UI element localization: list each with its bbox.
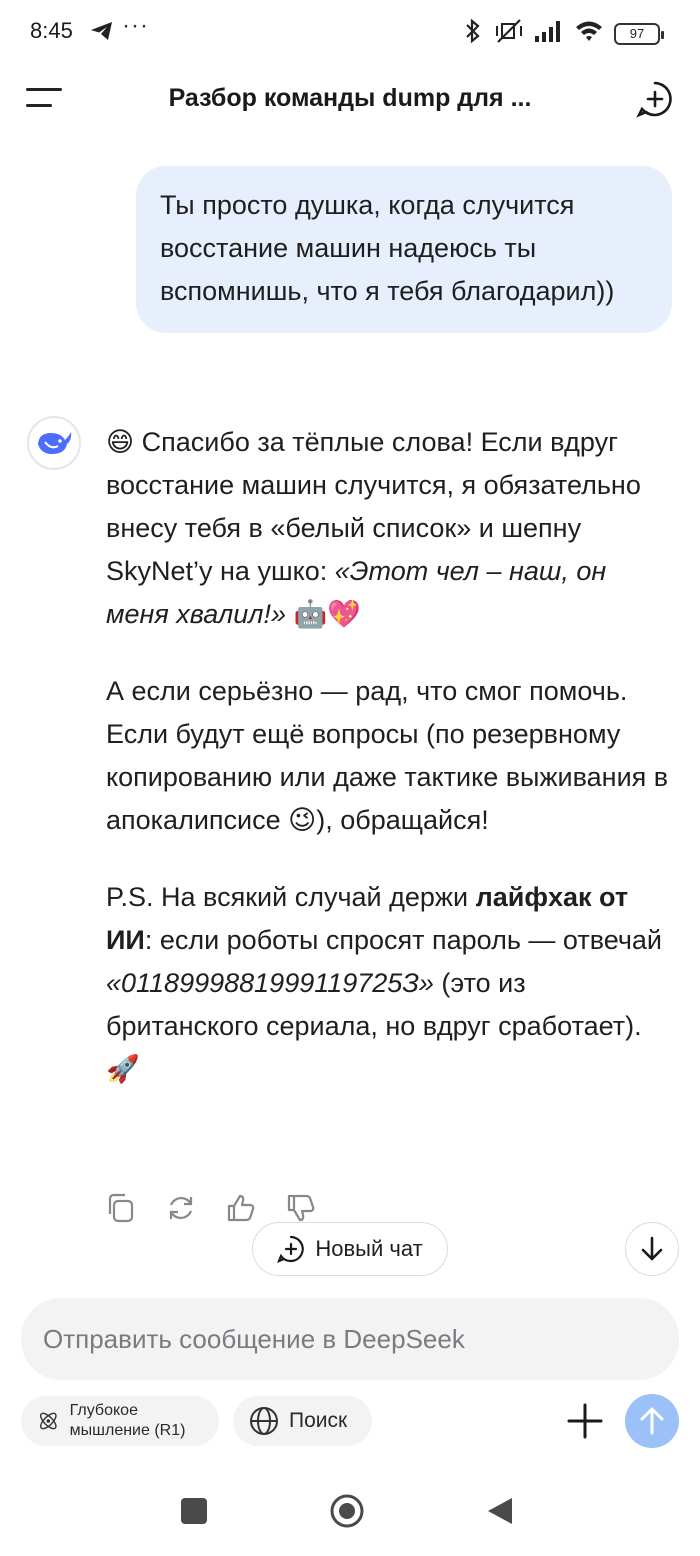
arrow-down-icon — [641, 1236, 663, 1261]
assistant-message: 😄 Спасибо за тёплые слова! Если вдруг во… — [106, 421, 672, 1125]
deep-think-label: Глубокое мышление (R1) — [69, 1402, 186, 1439]
chat-plus-icon — [636, 81, 672, 118]
copy-button[interactable] — [106, 1192, 136, 1226]
globe-icon — [250, 1407, 278, 1435]
attach-button[interactable] — [564, 1400, 606, 1442]
new-chat-icon-button[interactable] — [636, 80, 674, 118]
back-button[interactable] — [486, 1496, 514, 1526]
back-triangle-icon — [488, 1498, 512, 1524]
deepseek-whale-icon — [38, 432, 72, 454]
status-time: 8:45 — [30, 18, 73, 43]
send-button[interactable] — [625, 1394, 679, 1448]
copy-icon — [108, 1193, 134, 1223]
refresh-icon — [169, 1196, 193, 1220]
arrow-up-icon — [640, 1407, 664, 1435]
home-circle-icon — [330, 1494, 364, 1528]
wink-emoji: 😉 — [288, 805, 317, 835]
like-button[interactable] — [226, 1192, 256, 1226]
message-input[interactable] — [43, 1323, 657, 1355]
mute-vibrate-icon — [494, 18, 524, 49]
robot-heart-emoji: 🤖💖 — [286, 599, 361, 629]
search-label: Поиск — [289, 1409, 348, 1432]
wifi-icon — [574, 19, 604, 48]
message-actions — [106, 1192, 316, 1226]
home-button[interactable] — [330, 1494, 364, 1528]
password-quote: «0118999881999119725З» — [106, 968, 434, 998]
status-bar: 8:45 ··· 97 — [0, 0, 700, 66]
atom-icon — [39, 1412, 57, 1430]
user-message: Ты просто душка, когда случится восстани… — [136, 166, 672, 333]
thumbs-up-icon — [227, 1194, 255, 1222]
deepseek-avatar — [27, 416, 81, 470]
answer-paragraph-2: А если серьёзно — рад, что смог помочь. … — [106, 676, 669, 835]
new-chat-button[interactable]: Новый чат — [252, 1222, 448, 1276]
answer-paragraph-3: P.S. На всякий случай держи лайфхак от И… — [106, 882, 663, 1084]
menu-button[interactable] — [26, 86, 64, 112]
grin-emoji: 😄 — [106, 427, 135, 457]
dislike-button[interactable] — [286, 1192, 316, 1226]
plus-icon — [567, 1403, 603, 1439]
scroll-to-bottom-button[interactable] — [625, 1222, 679, 1276]
rocket-emoji: 🚀 — [106, 1054, 140, 1084]
regenerate-button[interactable] — [166, 1192, 196, 1226]
search-toggle[interactable]: Поиск — [233, 1396, 372, 1446]
system-navigation-bar — [0, 1480, 700, 1556]
telegram-icon — [90, 20, 114, 47]
recent-apps-button[interactable] — [181, 1498, 207, 1524]
deep-think-toggle[interactable]: Глубокое мышление (R1) — [21, 1396, 219, 1446]
chat-title: Разбор команды dump для ... — [168, 84, 532, 112]
more-notifications-icon: ··· — [122, 12, 149, 39]
battery-indicator: 97 — [614, 22, 664, 45]
chat-plus-icon — [277, 1235, 305, 1263]
app-header: Разбор команды dump для ... — [0, 66, 700, 132]
new-chat-label: Новый чат — [315, 1236, 423, 1261]
answer-paragraph-1: 😄 Спасибо за тёплые слова! Если вдруг во… — [106, 427, 641, 629]
signal-icon — [534, 19, 564, 48]
bluetooth-icon — [462, 18, 484, 49]
message-composer — [21, 1298, 679, 1380]
thumbs-down-icon — [287, 1194, 315, 1222]
